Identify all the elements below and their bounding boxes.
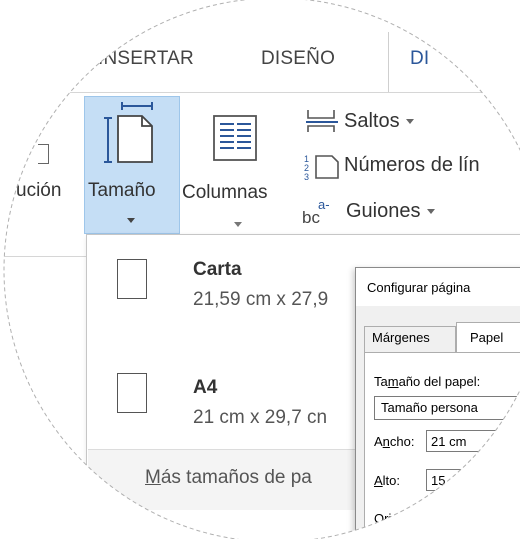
access-key: M — [145, 467, 161, 488]
guiones-button[interactable]: Guiones — [346, 200, 435, 223]
orientation-icon — [38, 144, 49, 164]
svg-text:3: 3 — [304, 172, 309, 180]
tamano-button-label: Tamaño — [88, 180, 156, 201]
more-paper-sizes-item[interactable]: Más tamaños de pa — [145, 467, 312, 489]
page-size-icon — [104, 102, 153, 163]
width-label: Ancho: — [374, 434, 414, 449]
numeros-de-linea-button[interactable]: Números de lín — [344, 154, 480, 177]
columnas-dropdown-caret — [234, 222, 242, 227]
size-dimensions: 21,59 cm x 27,9 — [193, 289, 329, 310]
paper-icon — [117, 373, 147, 413]
guiones-caret — [426, 209, 435, 215]
width-input[interactable]: 21 cm — [426, 430, 520, 452]
paper-icon — [117, 259, 147, 299]
paper-source-label: Origen del papel — [374, 511, 470, 526]
size-dimensions: 21 cm x 29,7 cn — [193, 407, 328, 428]
dialog-tabs: Márgenes Papel — [356, 322, 520, 353]
ribbon-top-border — [4, 92, 520, 93]
columnas-button[interactable]: Columnas — [182, 182, 268, 204]
guiones-label: Guiones — [346, 200, 421, 222]
saltos-label: Saltos — [344, 110, 400, 132]
dialog-title: Configurar página — [367, 280, 471, 295]
label-part: Ta — [374, 374, 388, 389]
columns-icon — [213, 115, 257, 161]
access-key: A — [374, 473, 383, 488]
saltos-caret — [405, 119, 414, 125]
tab-papel-label: Papel — [470, 330, 504, 345]
hyphenation-icon: bc a- — [302, 197, 330, 226]
size-name: Carta — [193, 259, 242, 280]
paper-size-select[interactable]: Tamaño persona — [374, 396, 520, 420]
active-tab-background — [388, 32, 520, 92]
saltos-button[interactable]: Saltos — [344, 110, 414, 133]
page-setup-dialog: Configurar página Márgenes Papel Tamaño … — [355, 267, 520, 539]
access-key: m — [387, 374, 399, 389]
height-input[interactable]: 15 — [426, 469, 520, 491]
label-part: A — [374, 434, 383, 449]
tab-disposicion[interactable]: DI — [410, 48, 429, 70]
breaks-icon — [306, 110, 338, 132]
label-part: cho: — [389, 434, 415, 449]
screenshot-stage: INSERTAR DISEÑO DI ución Tamaño Columnas… — [0, 0, 520, 539]
label-part: lto: — [382, 473, 401, 488]
height-label: Alto: — [374, 473, 400, 488]
tab-diseno[interactable]: DISEÑO — [261, 48, 335, 70]
tab-insertar[interactable]: INSERTAR — [98, 48, 194, 70]
group-separator — [486, 519, 520, 520]
orientation-button-label[interactable]: ución — [16, 180, 61, 202]
access-key: n — [382, 434, 390, 449]
magnified-view: INSERTAR DISEÑO DI ución Tamaño Columnas… — [4, 0, 520, 539]
size-name: A4 — [193, 377, 218, 398]
tamano-dropdown-caret — [127, 218, 135, 223]
tab-margenes-label: Márgenes — [372, 330, 430, 345]
more-sizes-label: ás tamaños de pa — [160, 467, 312, 488]
line-numbers-icon: 1 2 3 — [304, 154, 339, 180]
label-part: año del papel: — [398, 374, 481, 389]
svg-text:a-: a- — [318, 197, 330, 212]
paper-size-label: Tamaño del papel: — [374, 374, 480, 389]
